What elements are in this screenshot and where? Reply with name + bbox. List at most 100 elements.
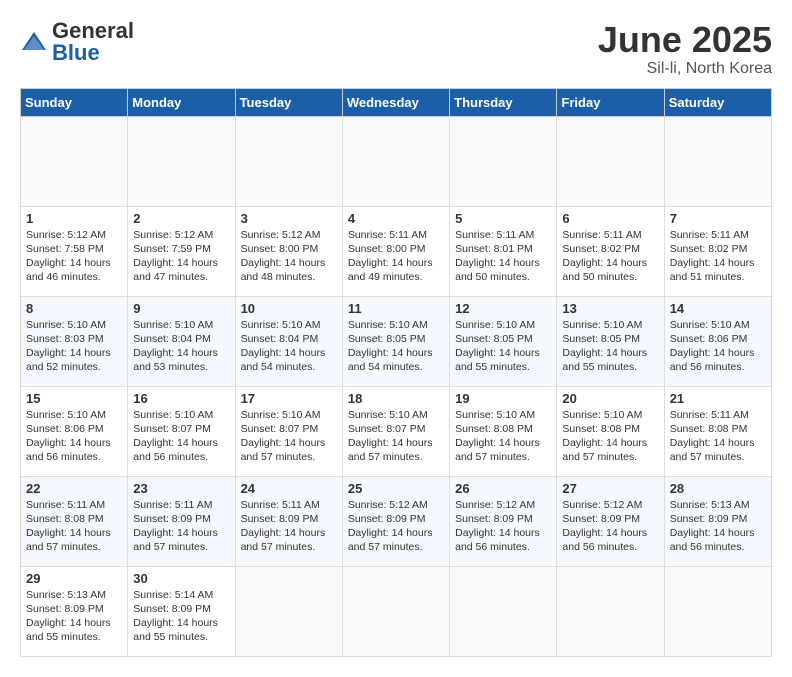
calendar-cell: 6Sunrise: 5:11 AMSunset: 8:02 PMDaylight…	[557, 206, 664, 296]
day-number: 12	[455, 301, 551, 316]
calendar-header: SundayMondayTuesdayWednesdayThursdayFrid…	[21, 88, 772, 116]
cell-line: and 56 minutes.	[670, 360, 766, 374]
day-number: 16	[133, 391, 229, 406]
cell-line: Daylight: 14 hours	[562, 436, 658, 450]
day-number: 9	[133, 301, 229, 316]
cell-line: Daylight: 14 hours	[133, 346, 229, 360]
cell-line: and 57 minutes.	[670, 450, 766, 464]
cell-line: Sunset: 8:09 PM	[26, 602, 122, 616]
week-row-6: 29Sunrise: 5:13 AMSunset: 8:09 PMDayligh…	[21, 566, 772, 656]
day-number: 26	[455, 481, 551, 496]
calendar-cell: 8Sunrise: 5:10 AMSunset: 8:03 PMDaylight…	[21, 296, 128, 386]
cell-line: Sunrise: 5:10 AM	[562, 318, 658, 332]
cell-line: Sunrise: 5:10 AM	[26, 408, 122, 422]
day-number: 1	[26, 211, 122, 226]
day-number: 11	[348, 301, 444, 316]
cell-line: and 46 minutes.	[26, 270, 122, 284]
cell-line: Sunset: 8:08 PM	[562, 422, 658, 436]
calendar-cell: 20Sunrise: 5:10 AMSunset: 8:08 PMDayligh…	[557, 386, 664, 476]
cell-line: Sunset: 8:00 PM	[241, 242, 337, 256]
page-header: General Blue June 2025 Sil-li, North Kor…	[20, 20, 772, 78]
cell-line: Sunset: 8:06 PM	[670, 332, 766, 346]
cell-line: Sunset: 8:07 PM	[348, 422, 444, 436]
calendar-cell: 29Sunrise: 5:13 AMSunset: 8:09 PMDayligh…	[21, 566, 128, 656]
day-number: 24	[241, 481, 337, 496]
cell-line: Sunrise: 5:10 AM	[348, 408, 444, 422]
cell-line: Sunrise: 5:11 AM	[241, 498, 337, 512]
calendar-cell: 16Sunrise: 5:10 AMSunset: 8:07 PMDayligh…	[128, 386, 235, 476]
calendar-cell	[342, 116, 449, 206]
logo: General Blue	[20, 20, 134, 64]
calendar-cell: 9Sunrise: 5:10 AMSunset: 8:04 PMDaylight…	[128, 296, 235, 386]
day-number: 23	[133, 481, 229, 496]
cell-line: and 57 minutes.	[562, 450, 658, 464]
cell-line: Daylight: 14 hours	[670, 526, 766, 540]
calendar-cell: 27Sunrise: 5:12 AMSunset: 8:09 PMDayligh…	[557, 476, 664, 566]
week-row-1	[21, 116, 772, 206]
header-day-monday: Monday	[128, 88, 235, 116]
day-number: 22	[26, 481, 122, 496]
cell-line: and 57 minutes.	[455, 450, 551, 464]
cell-line: Sunset: 8:05 PM	[562, 332, 658, 346]
cell-line: Sunrise: 5:11 AM	[26, 498, 122, 512]
cell-line: Sunset: 8:09 PM	[455, 512, 551, 526]
day-number: 7	[670, 211, 766, 226]
cell-line: Daylight: 14 hours	[455, 526, 551, 540]
day-number: 2	[133, 211, 229, 226]
logo-icon	[20, 28, 48, 56]
cell-line: and 49 minutes.	[348, 270, 444, 284]
calendar-cell: 1 Sunrise: 5:12 AMSunset: 7:58 PMDaylight…	[21, 206, 128, 296]
cell-line: Sunrise: 5:13 AM	[670, 498, 766, 512]
cell-line: Sunrise: 5:12 AM	[455, 498, 551, 512]
cell-line: Daylight: 14 hours	[26, 346, 122, 360]
cell-line: Sunset: 8:07 PM	[241, 422, 337, 436]
calendar-cell	[664, 116, 771, 206]
week-row-3: 8Sunrise: 5:10 AMSunset: 8:03 PMDaylight…	[21, 296, 772, 386]
cell-line: Daylight: 14 hours	[348, 346, 444, 360]
day-number: 10	[241, 301, 337, 316]
day-number: 20	[562, 391, 658, 406]
cell-line: Sunrise: 5:10 AM	[348, 318, 444, 332]
cell-line: Daylight: 14 hours	[348, 526, 444, 540]
cell-line: Sunset: 8:04 PM	[241, 332, 337, 346]
cell-line: Sunrise: 5:10 AM	[455, 318, 551, 332]
week-row-4: 15Sunrise: 5:10 AMSunset: 8:06 PMDayligh…	[21, 386, 772, 476]
cell-line: Sunrise: 5:11 AM	[348, 228, 444, 242]
cell-line: Daylight: 14 hours	[562, 526, 658, 540]
calendar-cell: 15Sunrise: 5:10 AMSunset: 8:06 PMDayligh…	[21, 386, 128, 476]
cell-line: Sunrise: 5:10 AM	[26, 318, 122, 332]
calendar-cell: 11Sunrise: 5:10 AMSunset: 8:05 PMDayligh…	[342, 296, 449, 386]
cell-line: and 55 minutes.	[455, 360, 551, 374]
cell-line: and 56 minutes.	[670, 540, 766, 554]
day-number: 3	[241, 211, 337, 226]
cell-line: Daylight: 14 hours	[670, 256, 766, 270]
calendar-cell: 13Sunrise: 5:10 AMSunset: 8:05 PMDayligh…	[557, 296, 664, 386]
calendar-cell	[342, 566, 449, 656]
week-row-5: 22Sunrise: 5:11 AMSunset: 8:08 PMDayligh…	[21, 476, 772, 566]
cell-line: and 56 minutes.	[26, 450, 122, 464]
cell-line: Daylight: 14 hours	[241, 526, 337, 540]
day-number: 6	[562, 211, 658, 226]
cell-line: Sunset: 7:58 PM	[26, 242, 122, 256]
cell-line: Daylight: 14 hours	[241, 436, 337, 450]
cell-line: Sunset: 8:01 PM	[455, 242, 551, 256]
cell-line: and 52 minutes.	[26, 360, 122, 374]
cell-line: Sunrise: 5:12 AM	[26, 228, 122, 242]
header-day-tuesday: Tuesday	[235, 88, 342, 116]
cell-line: and 56 minutes.	[133, 450, 229, 464]
cell-line: Daylight: 14 hours	[133, 436, 229, 450]
calendar-cell: 26 Sunrise: 5:12 AMSunset: 8:09 PMDayligh…	[450, 476, 557, 566]
cell-line: and 57 minutes.	[348, 450, 444, 464]
calendar-table: SundayMondayTuesdayWednesdayThursdayFrid…	[20, 88, 772, 657]
cell-line: Sunset: 8:02 PM	[562, 242, 658, 256]
location-title: Sil-li, North Korea	[598, 60, 772, 78]
calendar-cell	[557, 116, 664, 206]
cell-line: Daylight: 14 hours	[26, 256, 122, 270]
cell-line: and 54 minutes.	[348, 360, 444, 374]
calendar-cell	[450, 566, 557, 656]
cell-line: Sunrise: 5:10 AM	[455, 408, 551, 422]
cell-line: Sunrise: 5:10 AM	[133, 318, 229, 332]
cell-line: Sunset: 8:09 PM	[133, 512, 229, 526]
week-row-2: 1Sunrise: 5:12 AMSunset: 7:58 PMDaylight…	[21, 206, 772, 296]
calendar-cell: 25Sunrise: 5:12 AMSunset: 8:09 PMDayligh…	[342, 476, 449, 566]
